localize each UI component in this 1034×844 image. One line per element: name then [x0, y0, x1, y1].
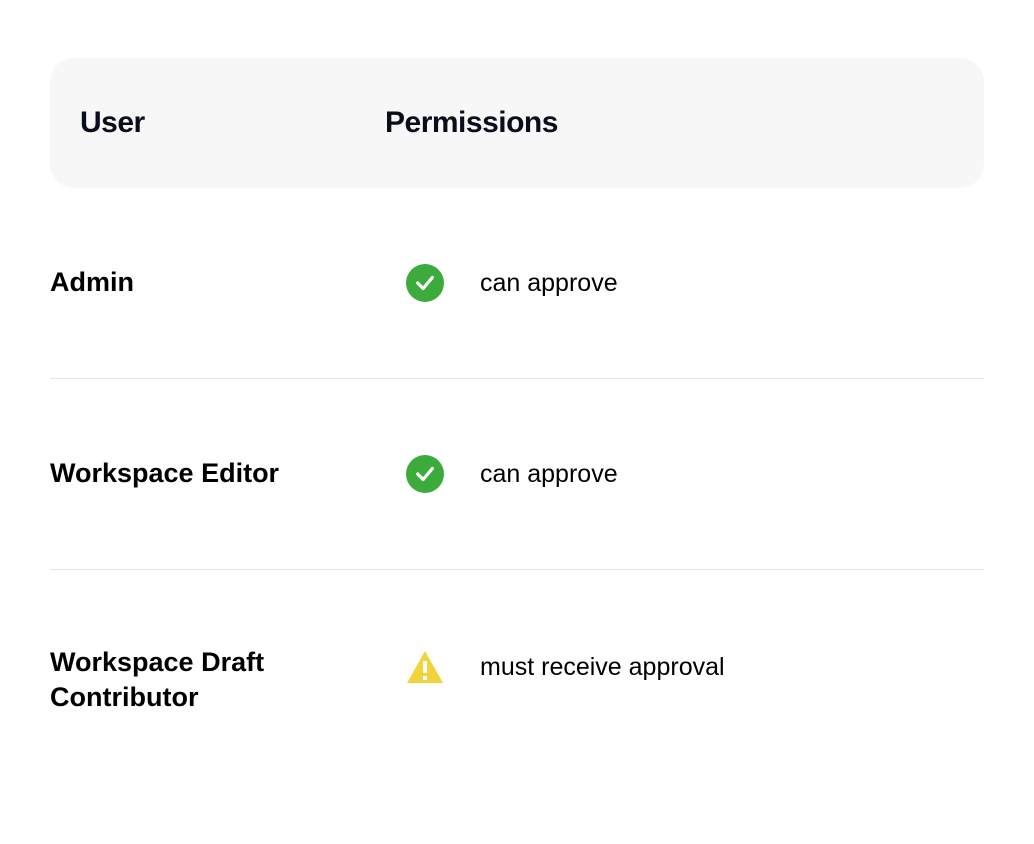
permission-text: can approve — [480, 460, 618, 489]
header-user-label: User — [80, 106, 385, 140]
header-permissions-label: Permissions — [385, 106, 558, 140]
role-name: Workspace Draft Contributor — [50, 645, 405, 715]
role-name: Admin — [50, 265, 405, 300]
permission-text: must receive approval — [480, 653, 725, 682]
permission-cell: can approve — [405, 263, 618, 303]
permission-cell: can approve — [405, 454, 618, 494]
table-row: Workspace Draft Contributor must receive… — [50, 570, 984, 790]
role-name: Workspace Editor — [50, 456, 405, 491]
check-icon — [405, 454, 445, 494]
table-body: Admin can approve Workspace Editor can a — [50, 188, 984, 790]
permission-text: can approve — [480, 269, 618, 298]
check-icon — [405, 263, 445, 303]
permission-cell: must receive approval — [405, 645, 725, 687]
table-header: User Permissions — [50, 58, 984, 188]
table-row: Admin can approve — [50, 188, 984, 379]
permissions-card: User Permissions Admin can approve Works… — [0, 0, 1034, 844]
warning-icon — [405, 647, 445, 687]
table-row: Workspace Editor can approve — [50, 379, 984, 570]
